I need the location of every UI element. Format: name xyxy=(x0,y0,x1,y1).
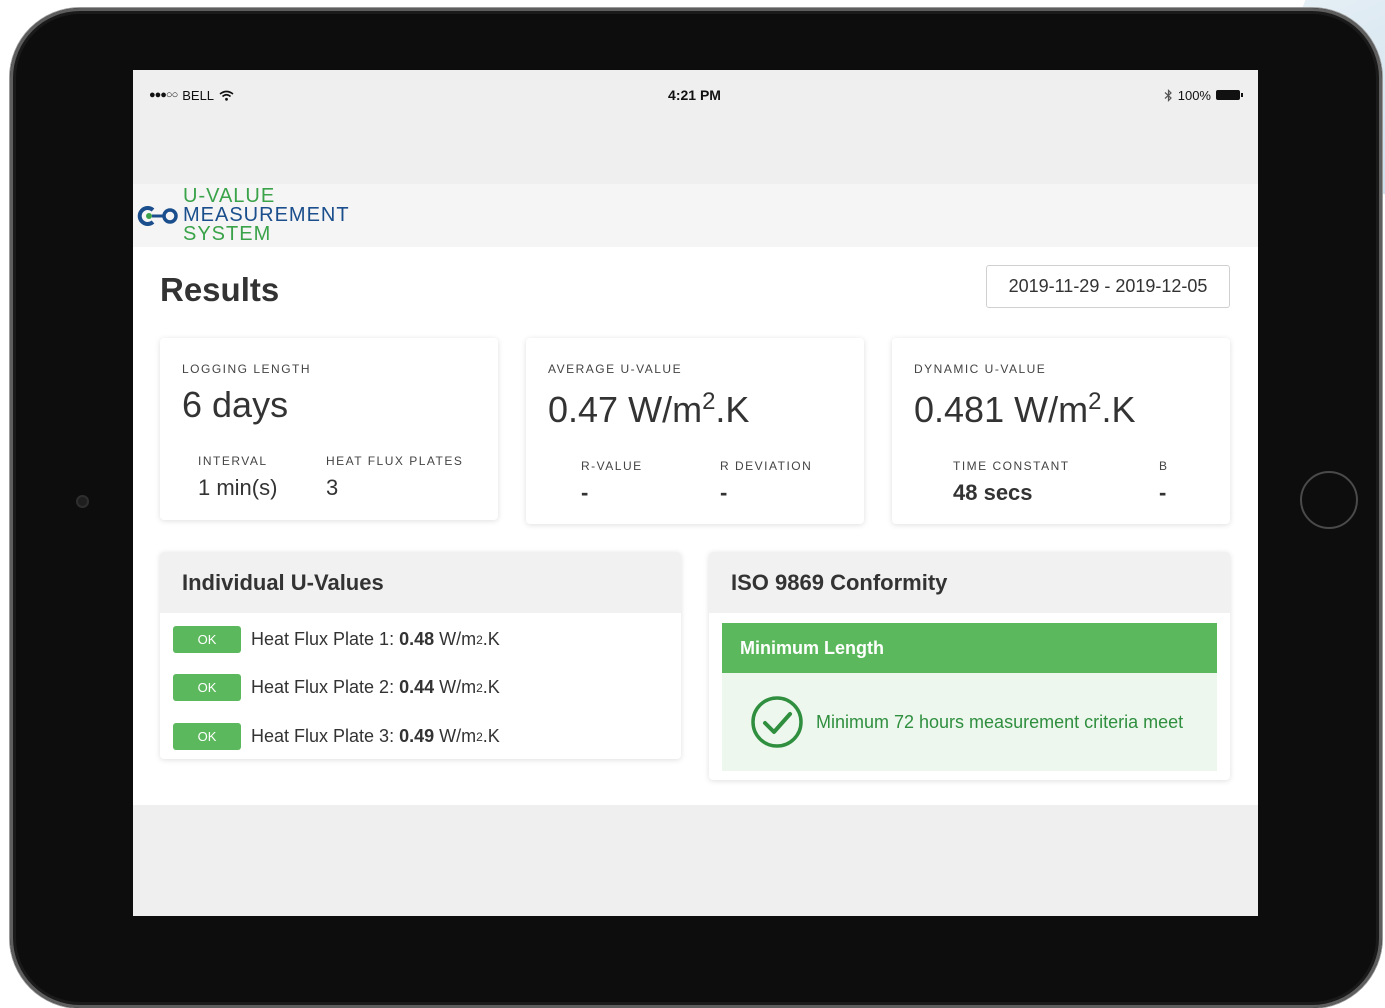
iso-conformity-panel: ISO 9869 Conformity Minimum Length Minim… xyxy=(709,552,1230,780)
plate-unit-sup: 2 xyxy=(476,680,483,695)
footer-area xyxy=(133,805,1258,916)
minimum-length-title: Minimum Length xyxy=(722,623,1217,673)
r-deviation-label: R DEVIATION xyxy=(720,459,813,473)
minimum-length-criteria: Minimum Length Minimum 72 hours measurem… xyxy=(722,623,1217,771)
plate-unit-post: .K xyxy=(482,629,500,649)
time-constant-label: TIME CONSTANT xyxy=(953,459,1070,473)
app-header: U-VALUE MEASUREMENT SYSTEM xyxy=(133,184,1258,247)
logging-length-value: 6 days xyxy=(182,384,289,425)
plate-unit: W/m xyxy=(439,726,477,746)
r-value-label: R-VALUE xyxy=(581,459,643,473)
ok-badge: OK xyxy=(173,626,241,653)
time-constant-value: 48 secs xyxy=(953,480,1033,505)
b-value: - xyxy=(1159,480,1167,505)
status-time: 4:21 PM xyxy=(668,87,721,103)
bluetooth-icon xyxy=(1164,88,1172,102)
u-value-row-2: OK Heat Flux Plate 2: 0.44 W/m 2 .K xyxy=(173,674,500,701)
heat-flux-plates-value: 3 xyxy=(326,475,339,500)
average-unit-base: W/m xyxy=(628,389,703,430)
individual-u-values-title: Individual U-Values xyxy=(160,552,681,613)
logging-length-card: LOGGING LENGTH 6 days INTERVAL 1 min(s) … xyxy=(160,338,498,520)
r-deviation-value: - xyxy=(720,480,728,505)
ok-badge: OK xyxy=(173,674,241,701)
dynamic-unit-post: .K xyxy=(1101,389,1136,430)
interval-label: INTERVAL xyxy=(198,454,268,468)
plate-unit: W/m xyxy=(439,629,477,649)
battery-icon xyxy=(1215,90,1243,100)
logging-length-label: LOGGING LENGTH xyxy=(182,362,312,376)
plate-label: Heat Flux Plate 1: xyxy=(251,629,395,649)
plate-unit-post: .K xyxy=(482,726,500,746)
dynamic-u-value-number: 0.481 xyxy=(914,389,1005,430)
logo-icon xyxy=(137,205,178,226)
r-value-value: - xyxy=(581,480,589,505)
ok-badge: OK xyxy=(173,723,241,750)
check-circle-icon xyxy=(751,696,803,748)
minimum-length-message: Minimum 72 hours measurement criteria me… xyxy=(816,711,1184,732)
plate-value: 0.49 xyxy=(399,726,435,746)
dynamic-u-value: 0.481 W/m2.K xyxy=(914,388,1135,431)
battery-percent: 100% xyxy=(1177,87,1211,103)
heat-flux-plates-label: HEAT FLUX PLATES xyxy=(326,454,464,468)
carrier-label: BELL xyxy=(182,87,215,103)
interval-value: 1 min(s) xyxy=(198,475,278,500)
average-u-value-number: 0.47 xyxy=(548,389,619,430)
app-logo-text: U-VALUE MEASUREMENT SYSTEM xyxy=(183,186,350,245)
u-value-row-3: OK Heat Flux Plate 3: 0.49 W/m 2 .K xyxy=(173,723,500,750)
plate-unit: W/m xyxy=(439,677,477,697)
plate-unit-sup: 2 xyxy=(476,729,483,744)
home-button[interactable] xyxy=(1300,471,1358,529)
status-left: ●●●○○ BELL xyxy=(149,88,369,103)
plate-unit-post: .K xyxy=(482,677,500,697)
individual-u-values-panel: Individual U-Values OK Heat Flux Plate 1… xyxy=(160,552,681,759)
average-unit-sup: 2 xyxy=(702,388,716,415)
iso-conformity-title: ISO 9869 Conformity xyxy=(709,552,1230,613)
dynamic-u-value-label: DYNAMIC U-VALUE xyxy=(914,362,1047,376)
camera-icon xyxy=(76,495,89,508)
top-spacer xyxy=(133,120,1258,184)
dynamic-u-value-card: DYNAMIC U-VALUE 0.481 W/m2.K TIME CONSTA… xyxy=(892,338,1230,524)
plate-value: 0.44 xyxy=(399,677,435,697)
status-bar: ●●●○○ BELL 4:21 PM 100% xyxy=(133,70,1258,120)
page-title: Results xyxy=(160,271,280,308)
logo-line-3: SYSTEM xyxy=(183,223,272,245)
average-unit-post: .K xyxy=(715,389,750,430)
minimum-length-body: Minimum 72 hours measurement criteria me… xyxy=(722,673,1217,771)
status-right: 100% xyxy=(1020,87,1243,103)
plate-value: 0.48 xyxy=(399,629,435,649)
dynamic-unit-base: W/m xyxy=(1014,389,1089,430)
b-label: B xyxy=(1159,459,1169,473)
average-u-value-card: AVERAGE U-VALUE 0.47 W/m2.K R-VALUE - R … xyxy=(526,338,864,524)
date-range-picker[interactable]: 2019-11-29 - 2019-12-05 xyxy=(986,265,1230,308)
signal-icon: ●●●○○ xyxy=(149,89,178,101)
plate-label: Heat Flux Plate 3: xyxy=(251,726,395,746)
wifi-icon xyxy=(219,90,234,101)
screen: ●●●○○ BELL 4:21 PM 100% U-VALUE MEASUREM… xyxy=(133,70,1258,916)
u-value-row-1: OK Heat Flux Plate 1: 0.48 W/m 2 .K xyxy=(173,626,500,653)
average-u-value-label: AVERAGE U-VALUE xyxy=(548,362,683,376)
plate-unit-sup: 2 xyxy=(476,632,483,647)
plate-label: Heat Flux Plate 2: xyxy=(251,677,395,697)
dynamic-unit-sup: 2 xyxy=(1088,388,1102,415)
main-content: Results 2019-11-29 - 2019-12-05 LOGGING … xyxy=(133,247,1258,805)
average-u-value: 0.47 W/m2.K xyxy=(548,388,749,431)
